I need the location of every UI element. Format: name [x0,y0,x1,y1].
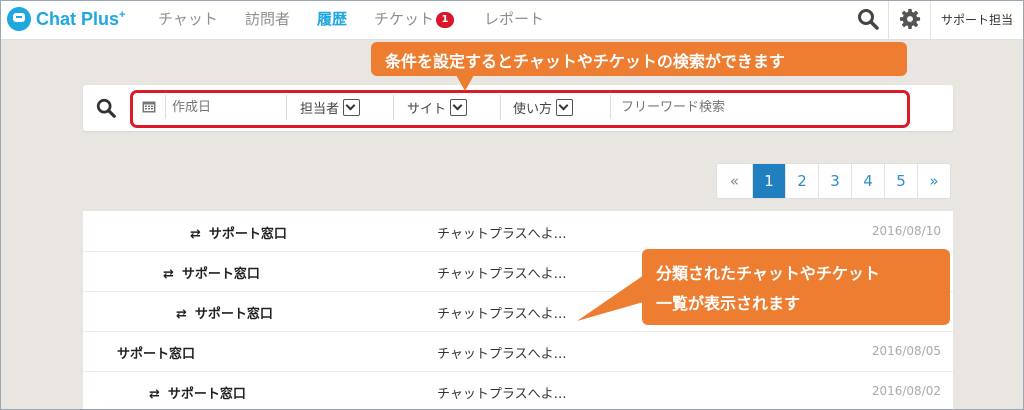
row-message: チャットプラスへよ… [437,307,567,322]
top-nav: Chat Plus+ チャット 訪問者 履歴 チケット 1 レポート サポート担当 [1,1,1023,40]
chevron-down-icon [343,98,361,116]
row-message: チャットプラスへよ… [437,227,567,242]
pagination: « 1 2 3 4 5 » [716,163,951,199]
search-icon[interactable] [856,7,880,31]
row-date: 2016/08/05 [871,344,941,358]
row-date: 2016/08/10 [871,224,941,238]
row-name: ⇄ サポート窓口 [149,387,246,402]
list-item[interactable]: ⇄ サポート窓口 チャットプラスへよ… 2016/08/10 [83,211,953,252]
page-prev-button[interactable]: « [717,164,752,198]
page-button-2[interactable]: 2 [785,164,818,198]
list-hint-callout: 分類されたチャットやチケット 一覧が表示されます [642,249,950,325]
row-name: サポート窓口 [117,347,196,362]
app-window: Chat Plus+ チャット 訪問者 履歴 チケット 1 レポート サポート担当 [0,0,1024,410]
page-next-button[interactable]: » [917,164,950,198]
chevron-down-icon [556,98,574,116]
chevron-down-icon [450,98,468,116]
transfer-icon: ⇄ [149,387,160,402]
row-message: チャットプラスへよ… [437,347,567,362]
chat-bubble-icon [7,7,31,31]
callout-pointer [456,75,474,91]
assignee-select[interactable]: 担当者 [300,95,361,119]
row-message: チャットプラスへよ… [437,267,567,282]
filter-divider [393,95,394,120]
date-input[interactable] [165,95,270,119]
row-message: チャットプラスへよ… [437,387,567,402]
nav-item-visitors[interactable]: 訪問者 [245,8,290,29]
search-hint-callout: 条件を設定するとチャットやチケットの検索ができます [371,42,907,76]
transfer-icon: ⇄ [163,267,174,282]
list-item[interactable]: サポート窓口 チャットプラスへよ… 2016/08/05 [83,331,953,372]
nav-item-history[interactable]: 履歴 [317,8,347,29]
logo-text: Chat Plus+ [36,8,126,29]
nav-divider [888,1,889,39]
filter-divider [286,95,287,120]
page-button-5[interactable]: 5 [884,164,917,198]
page-button-3[interactable]: 3 [818,164,851,198]
nav-item-report[interactable]: レポート [484,8,544,29]
gear-icon[interactable] [899,8,921,30]
transfer-icon: ⇄ [190,227,201,242]
list-hint-line-2: 一覧が表示されます [656,294,801,313]
row-date: 2016/08/02 [871,384,941,398]
logo[interactable]: Chat Plus+ [7,7,125,31]
usage-select[interactable]: 使い方 [513,95,574,119]
calendar-icon[interactable] [142,100,156,113]
list-item[interactable]: ⇄ サポート窓口 チャットプラスへよ… 2016/08/02 [83,371,953,409]
ticket-count-badge: 1 [436,12,455,28]
callout-pointer [577,273,647,321]
site-select[interactable]: サイト [407,95,468,119]
nav-divider [930,1,931,39]
transfer-icon: ⇄ [176,307,187,322]
page-button-1[interactable]: 1 [752,164,785,198]
nav-item-tickets[interactable]: チケット 1 [374,8,455,29]
row-name: ⇄ サポート窓口 [163,267,260,282]
site-select-label: サイト [407,101,447,117]
assignee-select-label: 担当者 [300,101,340,117]
page-button-4[interactable]: 4 [851,164,884,198]
user-menu[interactable]: サポート担当 [941,11,1013,28]
row-name: ⇄ サポート窓口 [176,307,273,322]
usage-select-label: 使い方 [513,101,553,117]
row-name: ⇄ サポート窓口 [190,227,287,242]
list-hint-line-1: 分類されたチャットやチケット [656,264,880,283]
nav-item-chat[interactable]: チャット [158,8,218,29]
filter-divider [500,95,501,120]
search-icon[interactable] [95,97,117,119]
nav-item-tickets-label: チケット [374,10,435,28]
freeword-search-input[interactable] [610,95,910,119]
